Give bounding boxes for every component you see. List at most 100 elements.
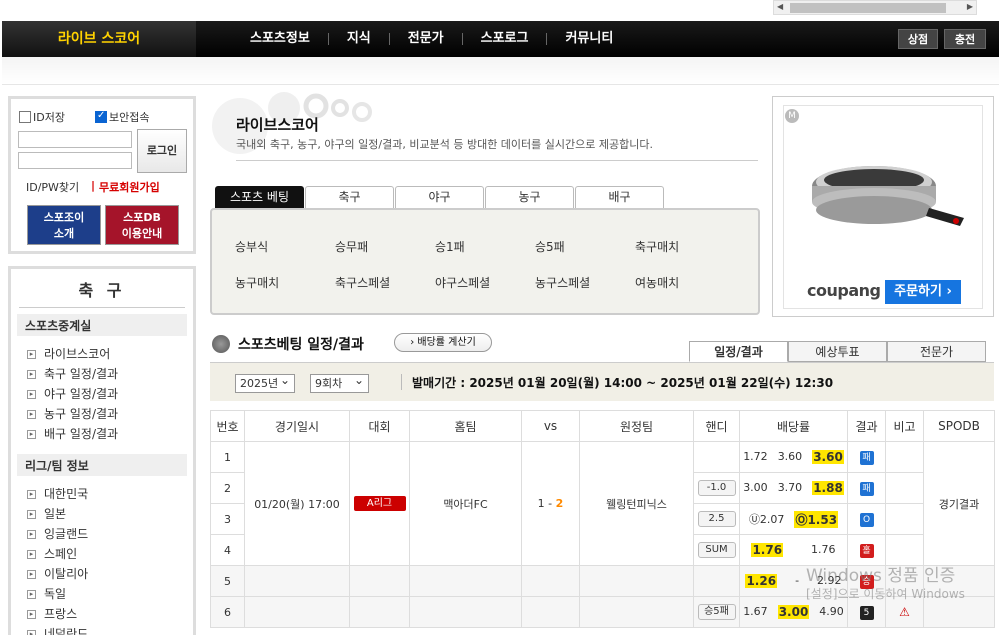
ad-frame <box>783 105 983 309</box>
password-input[interactable] <box>18 152 132 169</box>
year-select[interactable]: 2025년 <box>235 372 295 393</box>
link-soccer-match[interactable]: 축구매치 <box>635 238 679 255</box>
login-button[interactable]: 로그인 <box>137 129 187 173</box>
home-team[interactable]: 맥아더FC <box>409 441 522 566</box>
result-badge: 패 <box>859 481 874 496</box>
sidebar-item-netherlands[interactable]: ▸ 네덜란드 <box>27 624 193 635</box>
tab-sports-betting[interactable]: 스포츠 베팅 <box>215 186 304 208</box>
secure-login-checkbox[interactable]: 보안접속 <box>95 109 149 125</box>
col-header-vs: vs <box>521 410 580 442</box>
arrow-bullet-icon: ▸ <box>27 529 36 539</box>
match-league <box>349 596 410 628</box>
match-score: 1 - 2 <box>521 441 580 566</box>
spojoy-intro-button[interactable]: 스포조이 소개 <box>27 205 101 245</box>
sidebar-item-germany[interactable]: ▸ 독일 <box>27 584 193 604</box>
league-badge[interactable]: A리그 <box>353 496 406 511</box>
spodb-link[interactable]: 경기결과 <box>923 441 995 566</box>
row-number: 6 <box>210 596 245 628</box>
tab-prediction-vote[interactable]: 예상투표 <box>788 341 887 362</box>
row-number: 2 <box>210 472 245 504</box>
col-header-away: 원정팀 <box>579 410 694 442</box>
sidebar-item-baseball-schedule[interactable]: ▸ 야구 일정/결과 <box>27 384 193 404</box>
nav-sporlog[interactable]: 스포로그 <box>463 21 547 57</box>
charge-button[interactable]: 충전 <box>944 29 986 49</box>
nav-knowledge[interactable]: 지식 <box>329 21 389 57</box>
sidebar-item-france[interactable]: ▸ 프랑스 <box>27 604 193 624</box>
link-seung5pae[interactable]: 승5패 <box>535 238 565 255</box>
spodb-guide-button[interactable]: 스포DB 이용안내 <box>105 205 179 245</box>
nav-sports-info[interactable]: 스포츠정보 <box>232 21 328 57</box>
col-header-spodb: SPODB <box>923 410 995 442</box>
handicap-cell <box>693 441 740 473</box>
sidebar-item-spain[interactable]: ▸ 스페인 <box>27 544 193 564</box>
sidebar-item-korea[interactable]: ▸ 대한민국 <box>27 484 193 504</box>
sidebar-item-volleyball-schedule[interactable]: ▸ 배구 일정/결과 <box>27 424 193 444</box>
sidebar-item-italy[interactable]: ▸ 이탈리아 <box>27 564 193 584</box>
table-row[interactable]: 1 01/20(월) 17:00 A리그 맥아더FC 1 - 2 웰링턴피닉스 … <box>210 441 995 566</box>
result-cell: 패 <box>847 441 886 473</box>
warning-icon: ⚠ <box>899 605 910 619</box>
link-basketball-match[interactable]: 농구매치 <box>235 274 279 291</box>
odds-cell: 1.72 3.60 3.60 <box>739 441 848 473</box>
free-signup-link[interactable]: 무료회원가입 <box>99 179 160 195</box>
link-seungmupae[interactable]: 승무패 <box>335 238 368 255</box>
ad-order-button[interactable]: 주문하기 › <box>885 280 961 304</box>
odds-calculator-button[interactable]: › 배당률 계산기 <box>394 333 492 352</box>
row-number: 4 <box>210 534 245 566</box>
find-id-pw-link[interactable]: ID/PW찾기 <box>26 179 79 195</box>
away-team[interactable]: 웰링턴피닉스 <box>579 441 694 566</box>
user-id-input[interactable] <box>18 131 132 148</box>
arrow-bullet-icon: ▸ <box>27 589 36 599</box>
odds-cell: 3.00 3.70 1.88 <box>739 472 848 504</box>
round-select[interactable]: 9회차 <box>310 372 369 393</box>
tab-expert[interactable]: 전문가 <box>887 341 986 362</box>
frying-pan-image <box>812 166 964 226</box>
windows-activation-hint: [설정]으로 이동하여 Windows <box>806 587 965 601</box>
horizontal-scrollbar[interactable]: ◀ ▶ <box>773 0 977 15</box>
scroll-right-icon[interactable]: ▶ <box>967 2 973 11</box>
link-basketball-special[interactable]: 농구스페셜 <box>535 274 590 291</box>
sidebar-item-soccer-schedule[interactable]: ▸ 축구 일정/결과 <box>27 364 193 384</box>
tab-soccer[interactable]: 축구 <box>305 186 394 208</box>
sidebar-item-basketball-schedule[interactable]: ▸ 농구 일정/결과 <box>27 404 193 424</box>
scroll-left-icon[interactable]: ◀ <box>777 2 783 11</box>
match-league: A리그 <box>349 441 410 566</box>
result-badge: 패 <box>859 450 874 465</box>
col-header-odds: 배당률 <box>739 410 848 442</box>
link-seung1pae[interactable]: 승1패 <box>435 238 465 255</box>
col-header-league: 대회 <box>349 410 410 442</box>
link-separator: | <box>91 179 96 192</box>
main-nav: 스포츠정보 지식 전문가 스포로그 커뮤니티 <box>232 21 631 57</box>
sidebar-item-england[interactable]: ▸ 잉글랜드 <box>27 524 193 544</box>
link-women-basketball-match[interactable]: 여농매치 <box>635 274 679 291</box>
sidebar-list: ▸ 대한민국 ▸ 일본 ▸ 잉글랜드 ▸ 스페인 ▸ 이탈리아 ▸ 독일 ▸ 프랑스 ▸ 네덜란… <box>27 484 193 635</box>
tab-basketball[interactable]: 농구 <box>485 186 574 208</box>
tab-volleyball[interactable]: 배구 <box>575 186 664 208</box>
shop-button[interactable]: 상점 <box>898 29 938 49</box>
page-description: 국내외 축구, 농구, 야구의 일정/결과, 비교분석 등 방대한 데이터를 실… <box>236 136 758 161</box>
table-header-row: 번호 경기일시 대회 홈팀 vs 원정팀 핸디 배당률 결과 비고 SPODB <box>210 410 995 442</box>
scroll-thumb[interactable] <box>790 3 946 13</box>
nav-community[interactable]: 커뮤니티 <box>547 21 631 57</box>
row-number: 1 <box>210 441 245 473</box>
arrow-bullet-icon: ▸ <box>27 369 36 379</box>
site-logo[interactable]: 라이브 스코어 <box>2 21 196 57</box>
save-id-checkbox[interactable]: ID저장 <box>19 109 65 125</box>
sidebar-item-japan[interactable]: ▸ 일본 <box>27 504 193 524</box>
link-soccer-special[interactable]: 축구스페셜 <box>335 274 390 291</box>
nav-expert[interactable]: 전문가 <box>390 21 462 57</box>
arrow-bullet-icon: ▸ <box>27 349 36 359</box>
sub-navigation-bar <box>2 57 999 85</box>
arrow-bullet-icon: ▸ <box>27 549 36 559</box>
page-title: 라이브스코어 <box>236 116 319 134</box>
advertisement-banner[interactable]: M coupang 주문하기 › <box>772 96 994 317</box>
link-win-draw-loss[interactable]: 승부식 <box>235 238 268 255</box>
match-score <box>521 565 580 597</box>
sidebar-item-livescore[interactable]: ▸ 라이브스코어 <box>27 344 193 364</box>
tab-baseball[interactable]: 야구 <box>395 186 484 208</box>
tab-schedule-result[interactable]: 일정/결과 <box>689 341 788 362</box>
handicap-badge: 2.5 <box>697 511 736 527</box>
checkbox-unchecked-icon <box>19 111 31 123</box>
link-baseball-special[interactable]: 야구스페셜 <box>435 274 490 291</box>
col-header-result: 결과 <box>847 410 886 442</box>
